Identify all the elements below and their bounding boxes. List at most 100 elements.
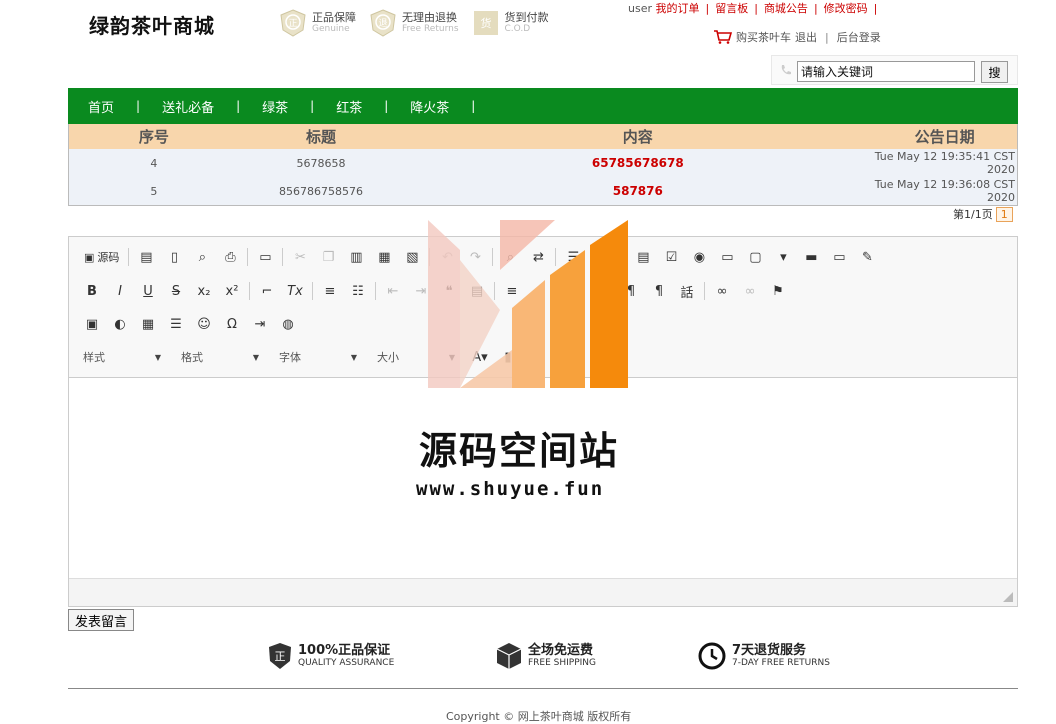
seal-huo-icon: 货 — [473, 11, 498, 35]
image-icon[interactable]: ▣ — [81, 313, 103, 335]
image-button-icon[interactable]: ▭ — [828, 246, 850, 268]
admin-login-link[interactable]: 后台登录 — [837, 29, 881, 45]
cut-icon[interactable]: ✂ — [289, 246, 311, 268]
copy-icon[interactable]: ❐ — [317, 246, 339, 268]
nav-item-black-tea[interactable]: 红茶 — [336, 97, 362, 116]
svg-text:货: 货 — [480, 16, 491, 30]
nav-item-cooling-tea[interactable]: 降火茶 — [410, 97, 449, 116]
chevron-down-icon: ▼ — [154, 352, 161, 362]
page-break-icon[interactable]: ⇥ — [249, 313, 271, 335]
svg-text:正: 正 — [288, 19, 297, 29]
page-info: 第1/1页 — [953, 208, 993, 221]
language-icon[interactable]: 話 — [676, 280, 698, 302]
col-id-header: 序号 — [138, 128, 169, 146]
top-links: user 我的订单 | 留言板 | 商城公告 | 修改密码 | — [628, 2, 878, 15]
watermark-logo-icon — [428, 220, 628, 388]
submit-message-button[interactable]: 发表留言 — [68, 609, 135, 631]
source-button[interactable]: ▣ 源码 — [81, 246, 122, 268]
rtl-icon[interactable]: ¶ — [648, 280, 670, 302]
feature-sub: QUALITY ASSURANCE — [298, 657, 395, 668]
search-button[interactable]: 搜 — [981, 61, 1008, 83]
feature-returns: 7天退货服务 7-DAY FREE RETURNS — [698, 642, 830, 670]
checkbox-icon[interactable]: ☑ — [660, 246, 682, 268]
feature-shipping: 全场免运费 FREE SHIPPING — [496, 642, 698, 670]
copy-format-icon[interactable]: ⌐ — [256, 280, 278, 302]
page-number-button[interactable]: 1 — [995, 206, 1013, 222]
cell-content[interactable]: 65785678678 — [403, 156, 872, 170]
italic-icon[interactable]: I — [109, 280, 131, 302]
nav-item-gifts[interactable]: 送礼必备 — [162, 97, 214, 116]
bulleted-list-icon[interactable]: ☷ — [347, 280, 369, 302]
username: user — [628, 2, 652, 15]
phone-icon — [781, 65, 791, 75]
cell-title: 856786758576 — [278, 184, 363, 198]
cell-content[interactable]: 587876 — [403, 184, 872, 198]
site-logo[interactable]: 绿韵茶叶商城 — [89, 10, 215, 39]
superscript-icon[interactable]: x² — [221, 280, 243, 302]
link-my-orders[interactable]: 我的订单 — [656, 2, 700, 15]
link-message-board[interactable]: 留言板 — [715, 2, 748, 15]
logout-link[interactable]: 退出 — [795, 29, 817, 45]
textfield-icon[interactable]: ▭ — [716, 246, 738, 268]
feature-title: 全场免运费 — [528, 642, 594, 658]
outdent-icon[interactable]: ⇤ — [382, 280, 404, 302]
footer-divider — [68, 688, 1018, 689]
unlink-icon[interactable]: ∞ — [739, 280, 761, 302]
link-change-password[interactable]: 修改密码 — [824, 2, 868, 15]
copyright-text: Copyright © 网上茶叶商城 版权所有 — [446, 710, 632, 723]
select-field-icon[interactable]: ▾ — [772, 246, 794, 268]
cart-icon[interactable] — [714, 30, 732, 44]
textarea-icon[interactable]: ▢ — [744, 246, 766, 268]
radio-icon[interactable]: ◉ — [688, 246, 710, 268]
smiley-icon[interactable]: ☺ — [193, 313, 215, 335]
special-char-icon[interactable]: Ω — [221, 313, 243, 335]
search-input[interactable] — [797, 61, 975, 82]
main-nav: 首页 | 送礼必备 | 绿茶 | 红茶 | 降火茶 | — [68, 88, 1018, 124]
underline-icon[interactable]: U — [137, 280, 159, 302]
chevron-down-icon: ▼ — [252, 352, 259, 362]
badge-sub: C.O.D — [504, 24, 531, 34]
cart-line: 购买茶叶车 退出 | 后台登录 — [714, 29, 881, 45]
flash-icon[interactable]: ◐ — [109, 313, 131, 335]
nav-item-home[interactable]: 首页 — [88, 97, 114, 116]
horizontal-rule-icon[interactable]: ☰ — [165, 313, 187, 335]
nav-item-green-tea[interactable]: 绿茶 — [262, 97, 288, 116]
search-box: 搜 — [771, 55, 1018, 85]
link-icon[interactable]: ∞ — [711, 280, 733, 302]
format-combo[interactable]: 格式 ▼ — [175, 347, 265, 367]
size-combo-label: 大小 — [377, 351, 399, 364]
bold-icon[interactable]: B — [81, 280, 103, 302]
paste-text-icon[interactable]: ▦ — [373, 246, 395, 268]
font-combo[interactable]: 字体 ▼ — [273, 347, 363, 367]
table-row: 4 5678658 65785678678 Tue May 12 19:35:4… — [69, 149, 1017, 177]
hidden-field-icon[interactable]: ✎ — [856, 246, 878, 268]
badge-title: 正品保障 — [312, 11, 356, 24]
button-field-icon[interactable]: ▬ — [800, 246, 822, 268]
subscript-icon[interactable]: x₂ — [193, 280, 215, 302]
link-announcements[interactable]: 商城公告 — [764, 2, 808, 15]
anchor-icon[interactable]: ⚑ — [767, 280, 789, 302]
print-icon[interactable]: ⎙ — [219, 246, 241, 268]
paste-icon[interactable]: ▥ — [345, 246, 367, 268]
new-page-icon[interactable]: ▯ — [163, 246, 185, 268]
remove-format-icon[interactable]: Tx — [284, 280, 306, 302]
badge-sub: Free Returns — [402, 24, 459, 34]
preview-icon[interactable]: ⌕ — [191, 246, 213, 268]
templates-icon[interactable]: ▭ — [254, 246, 276, 268]
strike-icon[interactable]: S — [165, 280, 187, 302]
col-title-header: 标题 — [305, 128, 336, 146]
watermark-url: www.shuyue.fun — [416, 478, 605, 500]
badge-title: 无理由退换 — [402, 11, 457, 24]
resize-grip-icon[interactable] — [1003, 592, 1013, 602]
col-content-header: 内容 — [622, 128, 653, 146]
cart-link[interactable]: 购买茶叶车 — [736, 29, 791, 45]
numbered-list-icon[interactable]: ≡ — [319, 280, 341, 302]
style-combo[interactable]: 样式 ▼ — [77, 347, 167, 367]
feature-sub: 7-DAY FREE RETURNS — [732, 657, 830, 668]
cell-date: Tue May 12 19:36:08 CST 2020 — [874, 178, 1016, 204]
format-combo-label: 格式 — [181, 351, 203, 364]
iframe-icon[interactable]: ◍ — [277, 313, 299, 335]
table-icon[interactable]: ▦ — [137, 313, 159, 335]
cell-id: 4 — [150, 156, 158, 170]
save-icon[interactable]: ▤ — [135, 246, 157, 268]
